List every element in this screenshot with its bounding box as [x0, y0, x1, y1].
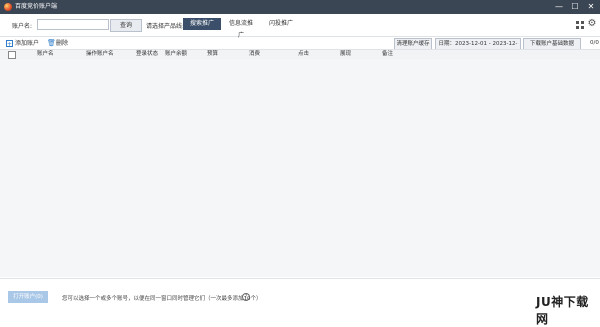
- product-line-label: 请选择产品线:: [146, 23, 185, 30]
- add-account-button[interactable]: + 添加账户: [6, 39, 39, 48]
- footer: 打开账户(0) 您可以选择一个或多个账号，以便在同一窗口同时管理它们（一次最多添…: [0, 278, 600, 317]
- account-count: 0/0: [590, 40, 599, 46]
- window-title: 百度竞价账户端: [15, 3, 58, 10]
- watermark: JU神下载网: [536, 295, 589, 326]
- col-account-name[interactable]: 账户名: [37, 51, 54, 58]
- col-notes[interactable]: 备注: [382, 51, 393, 58]
- plus-icon: +: [6, 40, 13, 48]
- minimize-button[interactable]: —: [551, 0, 567, 14]
- toolbar: 账户名: 查询 请选择产品线: 搜索推广 信息流推广 闪投推广 ⚙: [0, 14, 600, 39]
- col-clicks[interactable]: 点击: [298, 51, 309, 58]
- account-input[interactable]: [37, 19, 109, 30]
- app-logo-icon: [4, 3, 12, 11]
- col-budget[interactable]: 预算: [207, 51, 218, 58]
- gear-icon[interactable]: ⚙: [587, 19, 597, 29]
- hint-text: 您可以选择一个或多个账号，以便在同一窗口同时管理它们（一次最多添加10个）: [62, 296, 262, 302]
- col-login-status[interactable]: 登录状态: [136, 51, 158, 58]
- query-button[interactable]: 查询: [110, 19, 142, 32]
- action-bar: + 添加账户 🗑 删除 清理账户缓存 日期：2023-12-01 - 2023-…: [0, 37, 600, 57]
- col-balance[interactable]: 账户余额: [165, 51, 187, 58]
- col-spend[interactable]: 消费: [249, 51, 260, 58]
- select-all-checkbox[interactable]: [8, 51, 16, 59]
- open-account-button[interactable]: 打开账户(0): [8, 291, 48, 303]
- help-icon[interactable]: ?: [242, 293, 250, 301]
- title-bar: 百度竞价账户端 — ☐ ✕: [0, 0, 600, 14]
- table-body: [0, 59, 600, 277]
- tab-flash-promotion[interactable]: 闪投推广: [262, 18, 300, 30]
- maximize-button[interactable]: ☐: [567, 0, 583, 14]
- col-impressions[interactable]: 展现: [340, 51, 351, 58]
- grid-icon[interactable]: [576, 21, 584, 29]
- close-button[interactable]: ✕: [583, 0, 599, 14]
- tab-search-promotion[interactable]: 搜索推广: [183, 18, 221, 30]
- col-operator-name[interactable]: 操作账户名: [86, 51, 114, 58]
- trash-icon: 🗑: [47, 39, 56, 47]
- add-account-label: 添加账户: [15, 40, 40, 47]
- account-label: 账户名:: [12, 23, 33, 30]
- delete-button[interactable]: 🗑 删除: [47, 39, 68, 48]
- delete-label: 删除: [56, 40, 69, 47]
- tab-feed-promotion[interactable]: 信息流推广: [222, 18, 260, 39]
